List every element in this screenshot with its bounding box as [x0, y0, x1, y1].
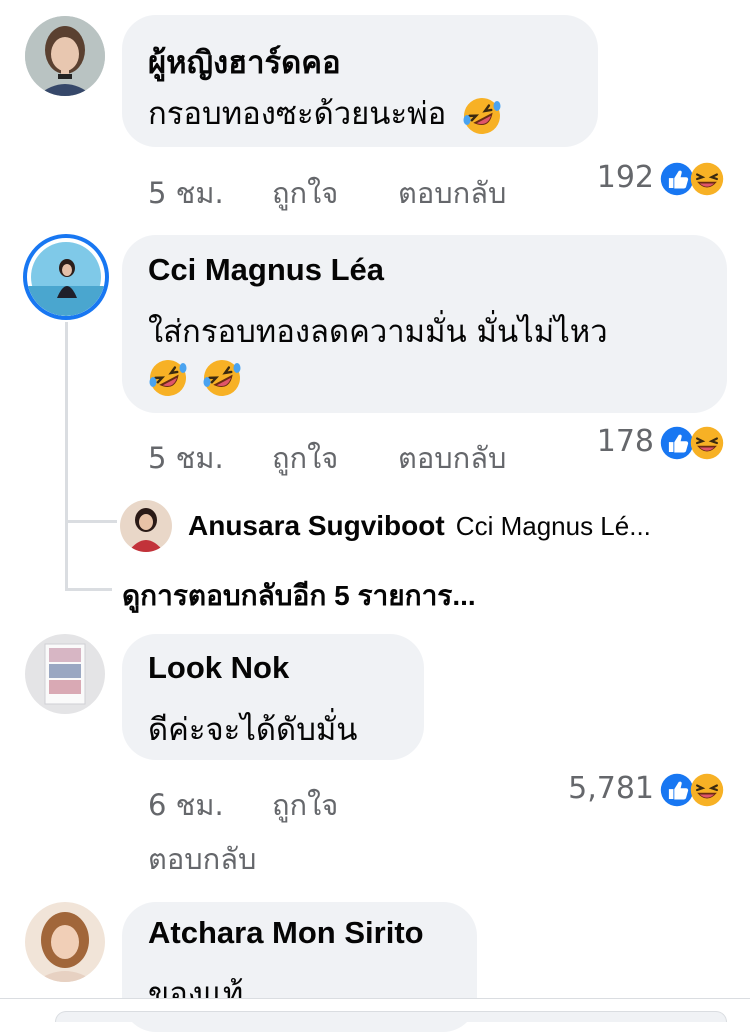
rofl-emoji-icon — [148, 358, 188, 398]
thread-line-branch — [65, 520, 117, 523]
comment-time[interactable]: 6 ชม. — [148, 782, 224, 828]
thread-line-branch — [65, 588, 112, 591]
commenter-name[interactable]: Look Nok — [148, 650, 289, 686]
reply-snippet: Cci Magnus Lé... — [455, 511, 651, 541]
reaction-count[interactable]: 178 — [560, 424, 654, 459]
avatar[interactable] — [23, 234, 109, 320]
haha-icon — [689, 772, 725, 808]
reply-link[interactable]: ตอบกลับ — [398, 170, 506, 216]
view-more-replies-link[interactable]: ดูการตอบกลับอีก 5 รายการ... — [122, 574, 476, 618]
comment-text-body: กรอบทองซะด้วยนะพ่อ — [148, 96, 447, 132]
comment-text-body: ใส่กรอบทองลดความมั่น มั่นไม่ไหว — [148, 314, 608, 350]
haha-icon — [689, 161, 725, 197]
reply-link[interactable]: ตอบกลับ — [148, 836, 256, 882]
like-link[interactable]: ถูกใจ — [272, 170, 338, 216]
comment-text: กรอบทองซะด้วยนะพ่อ — [148, 88, 502, 138]
thread-line — [65, 322, 68, 522]
avatar[interactable] — [25, 16, 105, 96]
comment-text-emojis — [142, 358, 242, 398]
comment-time[interactable]: 5 ชม. — [148, 435, 224, 481]
reply-preview[interactable]: Anusara Sugviboot Cci Magnus Lé... — [188, 510, 651, 542]
like-link[interactable]: ถูกใจ — [272, 435, 338, 481]
rofl-emoji-icon — [202, 358, 242, 398]
reaction-count[interactable]: 192 — [560, 160, 654, 195]
rofl-emoji-icon — [462, 96, 502, 136]
haha-icon — [689, 425, 725, 461]
comment-text-body: ดีค่ะจะได้ดับมั่น — [148, 712, 358, 748]
reply-link[interactable]: ตอบกลับ — [398, 435, 506, 481]
thread-line-branch — [65, 522, 68, 590]
reply-avatar[interactable] — [120, 500, 172, 552]
reaction-icons[interactable] — [659, 425, 725, 457]
comment-time[interactable]: 5 ชม. — [148, 170, 224, 216]
commenter-name[interactable]: Atchara Mon Sirito — [148, 915, 424, 951]
reaction-icons[interactable] — [659, 161, 725, 193]
reaction-icons[interactable] — [659, 772, 725, 804]
commenter-name[interactable]: ผู้หญิงฮาร์ดคอ — [148, 37, 341, 87]
like-link[interactable]: ถูกใจ — [272, 782, 338, 828]
commenter-name[interactable]: Cci Magnus Léa — [148, 252, 384, 288]
avatar[interactable] — [25, 634, 105, 714]
avatar[interactable] — [25, 902, 105, 982]
composer-edge[interactable] — [55, 1011, 727, 1022]
reaction-count[interactable]: 5,781 — [540, 771, 654, 806]
reply-author-name[interactable]: Anusara Sugviboot — [188, 510, 445, 541]
